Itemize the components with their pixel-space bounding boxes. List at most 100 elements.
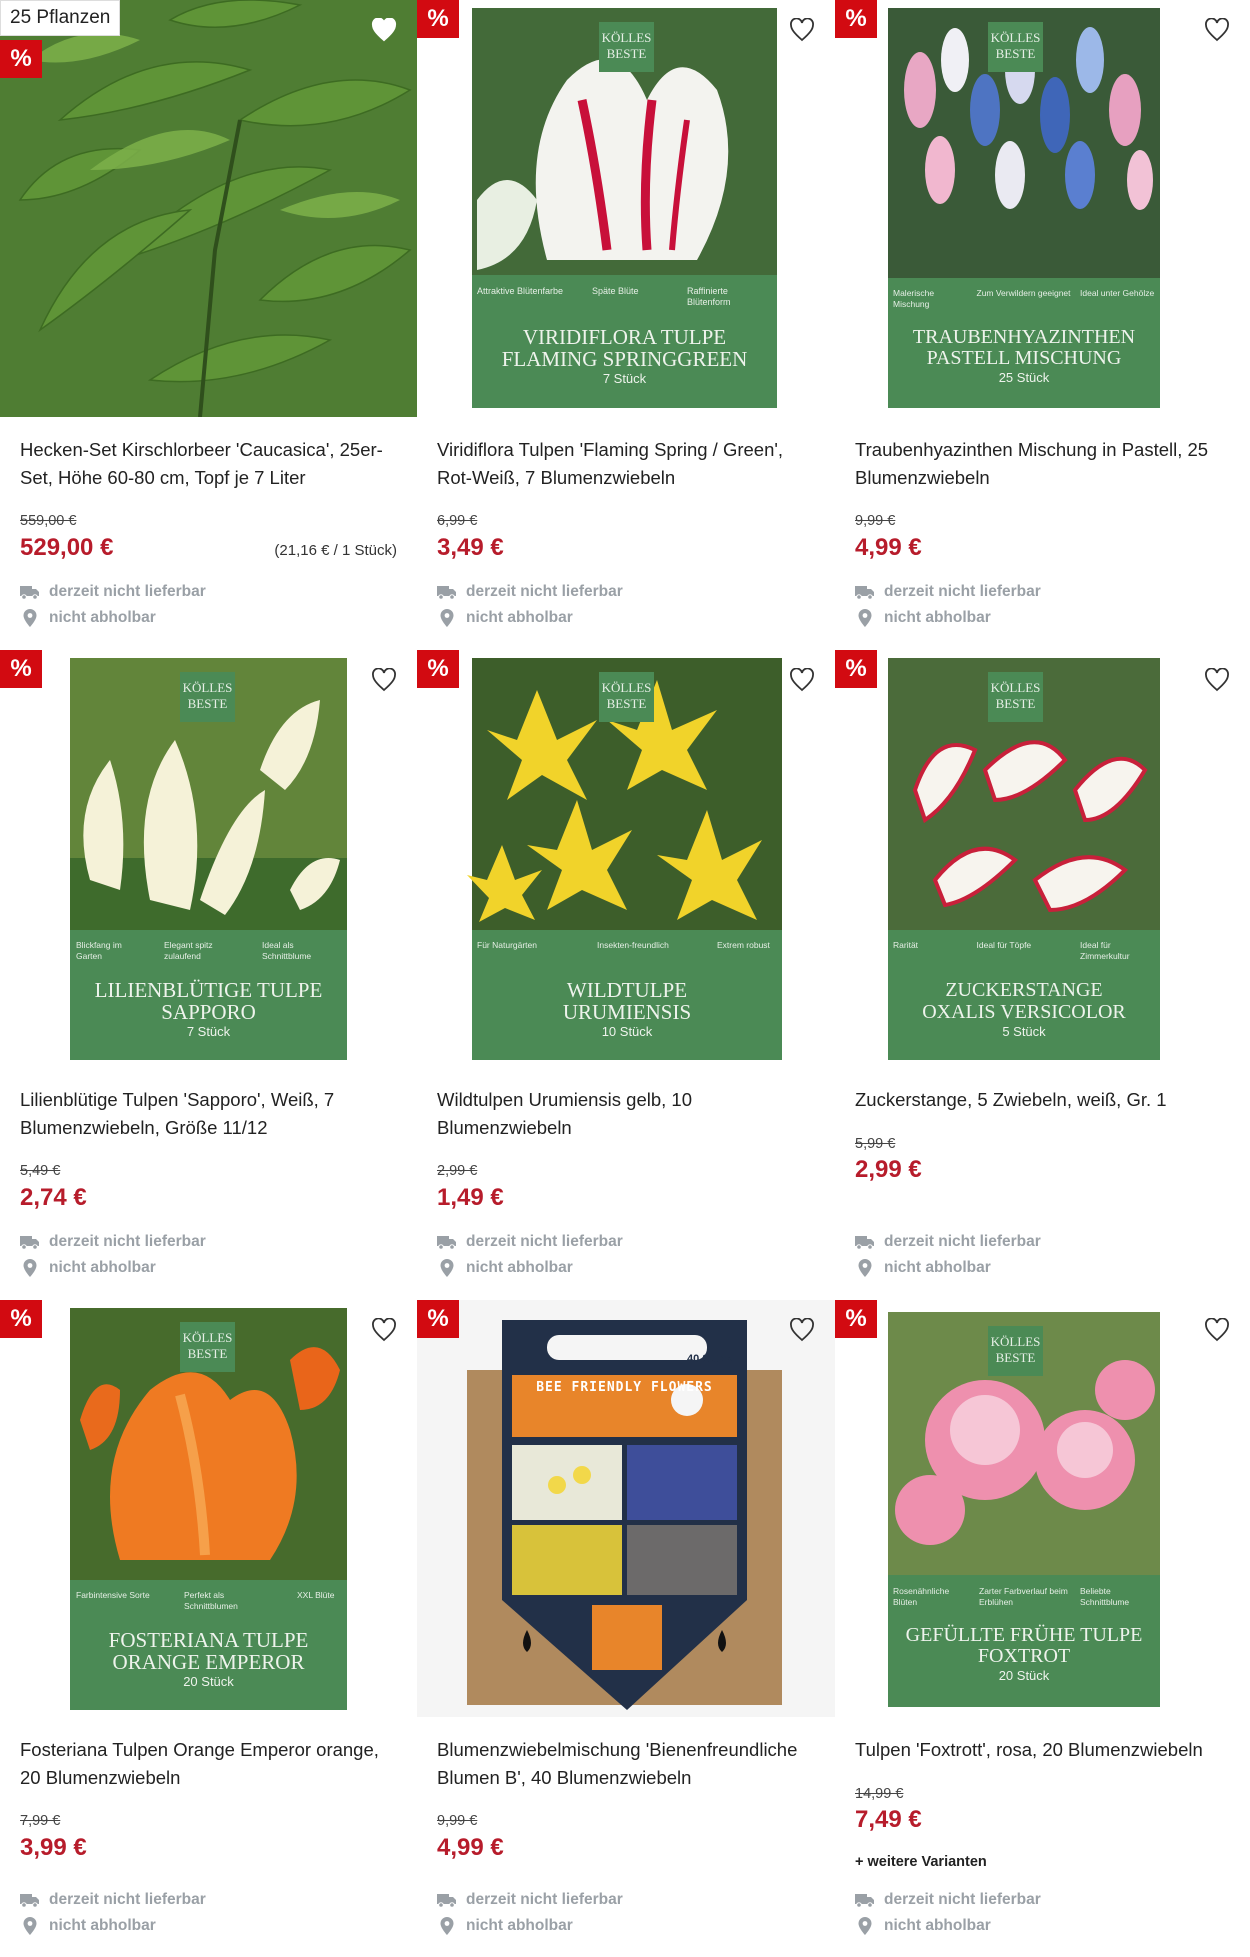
truck-icon <box>437 1236 456 1250</box>
bag-name: BEE FRIENDLY FLOWERS <box>536 1380 713 1395</box>
pickup-status: nicht abholbar <box>437 1916 573 1936</box>
pickup-status-text: nicht abholbar <box>884 1917 991 1934</box>
truck-icon <box>855 586 874 600</box>
truck-icon <box>855 1894 874 1908</box>
sale-price: 2,74 € <box>20 1184 87 1211</box>
product-title[interactable]: Hecken-Set Kirschlorbeer 'Caucasica', 25… <box>20 436 397 492</box>
product-title[interactable]: Blumenzwiebelmischung 'Bienenfreundliche… <box>437 1736 815 1792</box>
product-card[interactable]: KÖLLES BESTE Für Naturgärten Insekten-fr… <box>417 650 835 1300</box>
pickup-status: nicht abholbar <box>855 1258 991 1278</box>
bag-count: 40 Stück <box>687 1353 733 1365</box>
pack-features: Blickfang im Garten Elegant spitz zulauf… <box>76 940 312 961</box>
delivery-status-text: derzeit nicht lieferbar <box>49 1891 206 1908</box>
wishlist-heart-icon[interactable] <box>787 665 817 695</box>
pickup-status: nicht abholbar <box>20 608 156 628</box>
pack-features: Rarität Ideal für Töpfe Ideal für Zimmer… <box>893 940 1130 961</box>
pickup-status-text: nicht abholbar <box>466 609 573 626</box>
pickup-status: nicht abholbar <box>855 608 991 628</box>
pack-features: Farbintensive Sorte Perfekt als Schnittb… <box>76 1590 335 1611</box>
product-image[interactable]: 40 Stück BEE FRIENDLY FLOWERS <box>417 1300 835 1717</box>
delivery-status-text: derzeit nicht lieferbar <box>884 1891 1041 1908</box>
sale-price: 3,99 € <box>20 1834 87 1861</box>
product-title[interactable]: Traubenhyazinthen Mischung in Pastell, 2… <box>855 436 1230 492</box>
product-image[interactable]: KÖLLES BESTE Rarität Ideal für Töpfe Ide… <box>835 650 1250 1067</box>
sale-badge: % <box>417 1300 459 1338</box>
product-image[interactable]: KÖLLES BESTE Blickfang im Garten Elegant… <box>0 650 417 1067</box>
pickup-status-text: nicht abholbar <box>49 1259 156 1276</box>
pickup-status-text: nicht abholbar <box>49 609 156 626</box>
location-pin-icon <box>440 1259 454 1277</box>
delivery-status-text: derzeit nicht lieferbar <box>466 583 623 600</box>
wishlist-heart-icon[interactable] <box>369 1315 399 1345</box>
delivery-status-text: derzeit nicht lieferbar <box>49 1233 206 1250</box>
product-image[interactable]: KÖLLES BESTE Rosenähnliche Blüten Zarter… <box>835 1300 1250 1717</box>
product-card[interactable]: KÖLLES BESTE Blickfang im Garten Elegant… <box>0 650 417 1300</box>
sale-badge: % <box>0 40 42 78</box>
product-title[interactable]: Lilienblütige Tulpen 'Sapporo', Weiß, 7 … <box>20 1086 397 1142</box>
pack-name: WILDTULPE URUMIENSIS 10 Stück <box>562 978 692 1039</box>
product-image[interactable]: KÖLLES BESTE Für Naturgärten Insekten-fr… <box>417 650 835 1067</box>
pack-name: LILIENBLÜTIGE TULPE SAPPORO 7 Stück <box>94 978 323 1039</box>
wishlist-heart-icon[interactable] <box>787 15 817 45</box>
delivery-status: derzeit nicht lieferbar <box>855 583 1041 601</box>
product-card[interactable]: KÖLLES BESTE Attraktive Blütenfarbe Spät… <box>417 0 835 650</box>
wishlist-heart-icon[interactable] <box>1202 1315 1232 1345</box>
old-price: 5,99 € <box>855 1136 896 1152</box>
pack-features: Rosenähnliche Blüten Zarter Farbverlauf … <box>893 1586 1130 1607</box>
location-pin-icon <box>858 609 872 627</box>
product-title[interactable]: Tulpen 'Foxtrott', rosa, 20 Blumenzwiebe… <box>855 1736 1230 1764</box>
wishlist-heart-icon[interactable] <box>1202 665 1232 695</box>
pack-name: VIRIDIFLORA TULPE FLAMING SPRINGGREEN 7 … <box>501 325 748 386</box>
product-card[interactable]: 40 Stück BEE FRIENDLY FLOWERS % Blumenzw… <box>417 1300 835 1957</box>
wishlist-heart-icon[interactable] <box>369 15 399 45</box>
wishlist-heart-icon[interactable] <box>369 665 399 695</box>
product-card[interactable]: KÖLLES BESTE Rarität Ideal für Töpfe Ide… <box>835 650 1250 1300</box>
delivery-status-text: derzeit nicht lieferbar <box>884 1233 1041 1250</box>
location-pin-icon <box>440 609 454 627</box>
product-image[interactable]: KÖLLES BESTE Farbintensive Sorte Perfekt… <box>0 1300 417 1717</box>
product-title[interactable]: Viridiflora Tulpen 'Flaming Spring / Gre… <box>437 436 815 492</box>
truck-icon <box>20 1894 39 1908</box>
product-card[interactable]: KÖLLES BESTE Rosenähnliche Blüten Zarter… <box>835 1300 1250 1957</box>
old-price: 559,00 € <box>20 513 77 529</box>
pack-brand: KÖLLES BESTE <box>599 672 654 722</box>
pack-brand: KÖLLES BESTE <box>599 22 654 72</box>
truck-icon <box>855 1236 874 1250</box>
pickup-status: nicht abholbar <box>437 1258 573 1278</box>
delivery-status-text: derzeit nicht lieferbar <box>49 583 206 600</box>
pack-name: ZUCKERSTANGE OXALIS VERSICOLOR 5 Stück <box>922 979 1126 1039</box>
unit-price: (21,16 € / 1 Stück) <box>274 542 397 559</box>
pickup-status: nicht abholbar <box>855 1916 991 1936</box>
product-card[interactable]: KÖLLES BESTE Farbintensive Sorte Perfekt… <box>0 1300 417 1957</box>
product-title[interactable]: Fosteriana Tulpen Orange Emperor orange,… <box>20 1736 397 1792</box>
sale-badge: % <box>835 650 877 688</box>
pack-brand: KÖLLES BESTE <box>988 1326 1043 1376</box>
delivery-status-text: derzeit nicht lieferbar <box>466 1891 623 1908</box>
sale-badge: % <box>417 0 459 38</box>
old-price: 6,99 € <box>437 513 478 529</box>
pickup-status-text: nicht abholbar <box>466 1917 573 1934</box>
delivery-status: derzeit nicht lieferbar <box>20 1891 206 1909</box>
old-price: 9,99 € <box>855 513 896 529</box>
more-variants-link[interactable]: + weitere Varianten <box>855 1854 987 1870</box>
product-card[interactable]: KÖLLES BESTE Malerische Mischung Zum Ver… <box>835 0 1250 650</box>
sale-badge: % <box>0 650 42 688</box>
sale-badge: % <box>835 0 877 38</box>
product-image[interactable]: KÖLLES BESTE Malerische Mischung Zum Ver… <box>835 0 1250 417</box>
product-image[interactable] <box>0 0 417 417</box>
pack-brand: KÖLLES BESTE <box>988 672 1043 722</box>
wishlist-heart-icon[interactable] <box>1202 15 1232 45</box>
pack-brand: KÖLLES BESTE <box>180 1322 235 1372</box>
old-price: 2,99 € <box>437 1163 478 1179</box>
product-title[interactable]: Zuckerstange, 5 Zwiebeln, weiß, Gr. 1 <box>855 1086 1230 1114</box>
product-image[interactable]: KÖLLES BESTE Attraktive Blütenfarbe Spät… <box>417 0 835 417</box>
pack-brand: KÖLLES BESTE <box>180 672 235 722</box>
product-card[interactable]: 25 Pflanzen % Hecken-Set Kirschlorbeer '… <box>0 0 417 650</box>
location-pin-icon <box>23 1259 37 1277</box>
product-title[interactable]: Wildtulpen Urumiensis gelb, 10 Blumenzwi… <box>437 1086 815 1142</box>
delivery-status: derzeit nicht lieferbar <box>437 1891 623 1909</box>
wishlist-heart-icon[interactable] <box>787 1315 817 1345</box>
pickup-status-text: nicht abholbar <box>49 1917 156 1934</box>
location-pin-icon <box>440 1917 454 1935</box>
sale-price: 3,49 € <box>437 534 504 561</box>
